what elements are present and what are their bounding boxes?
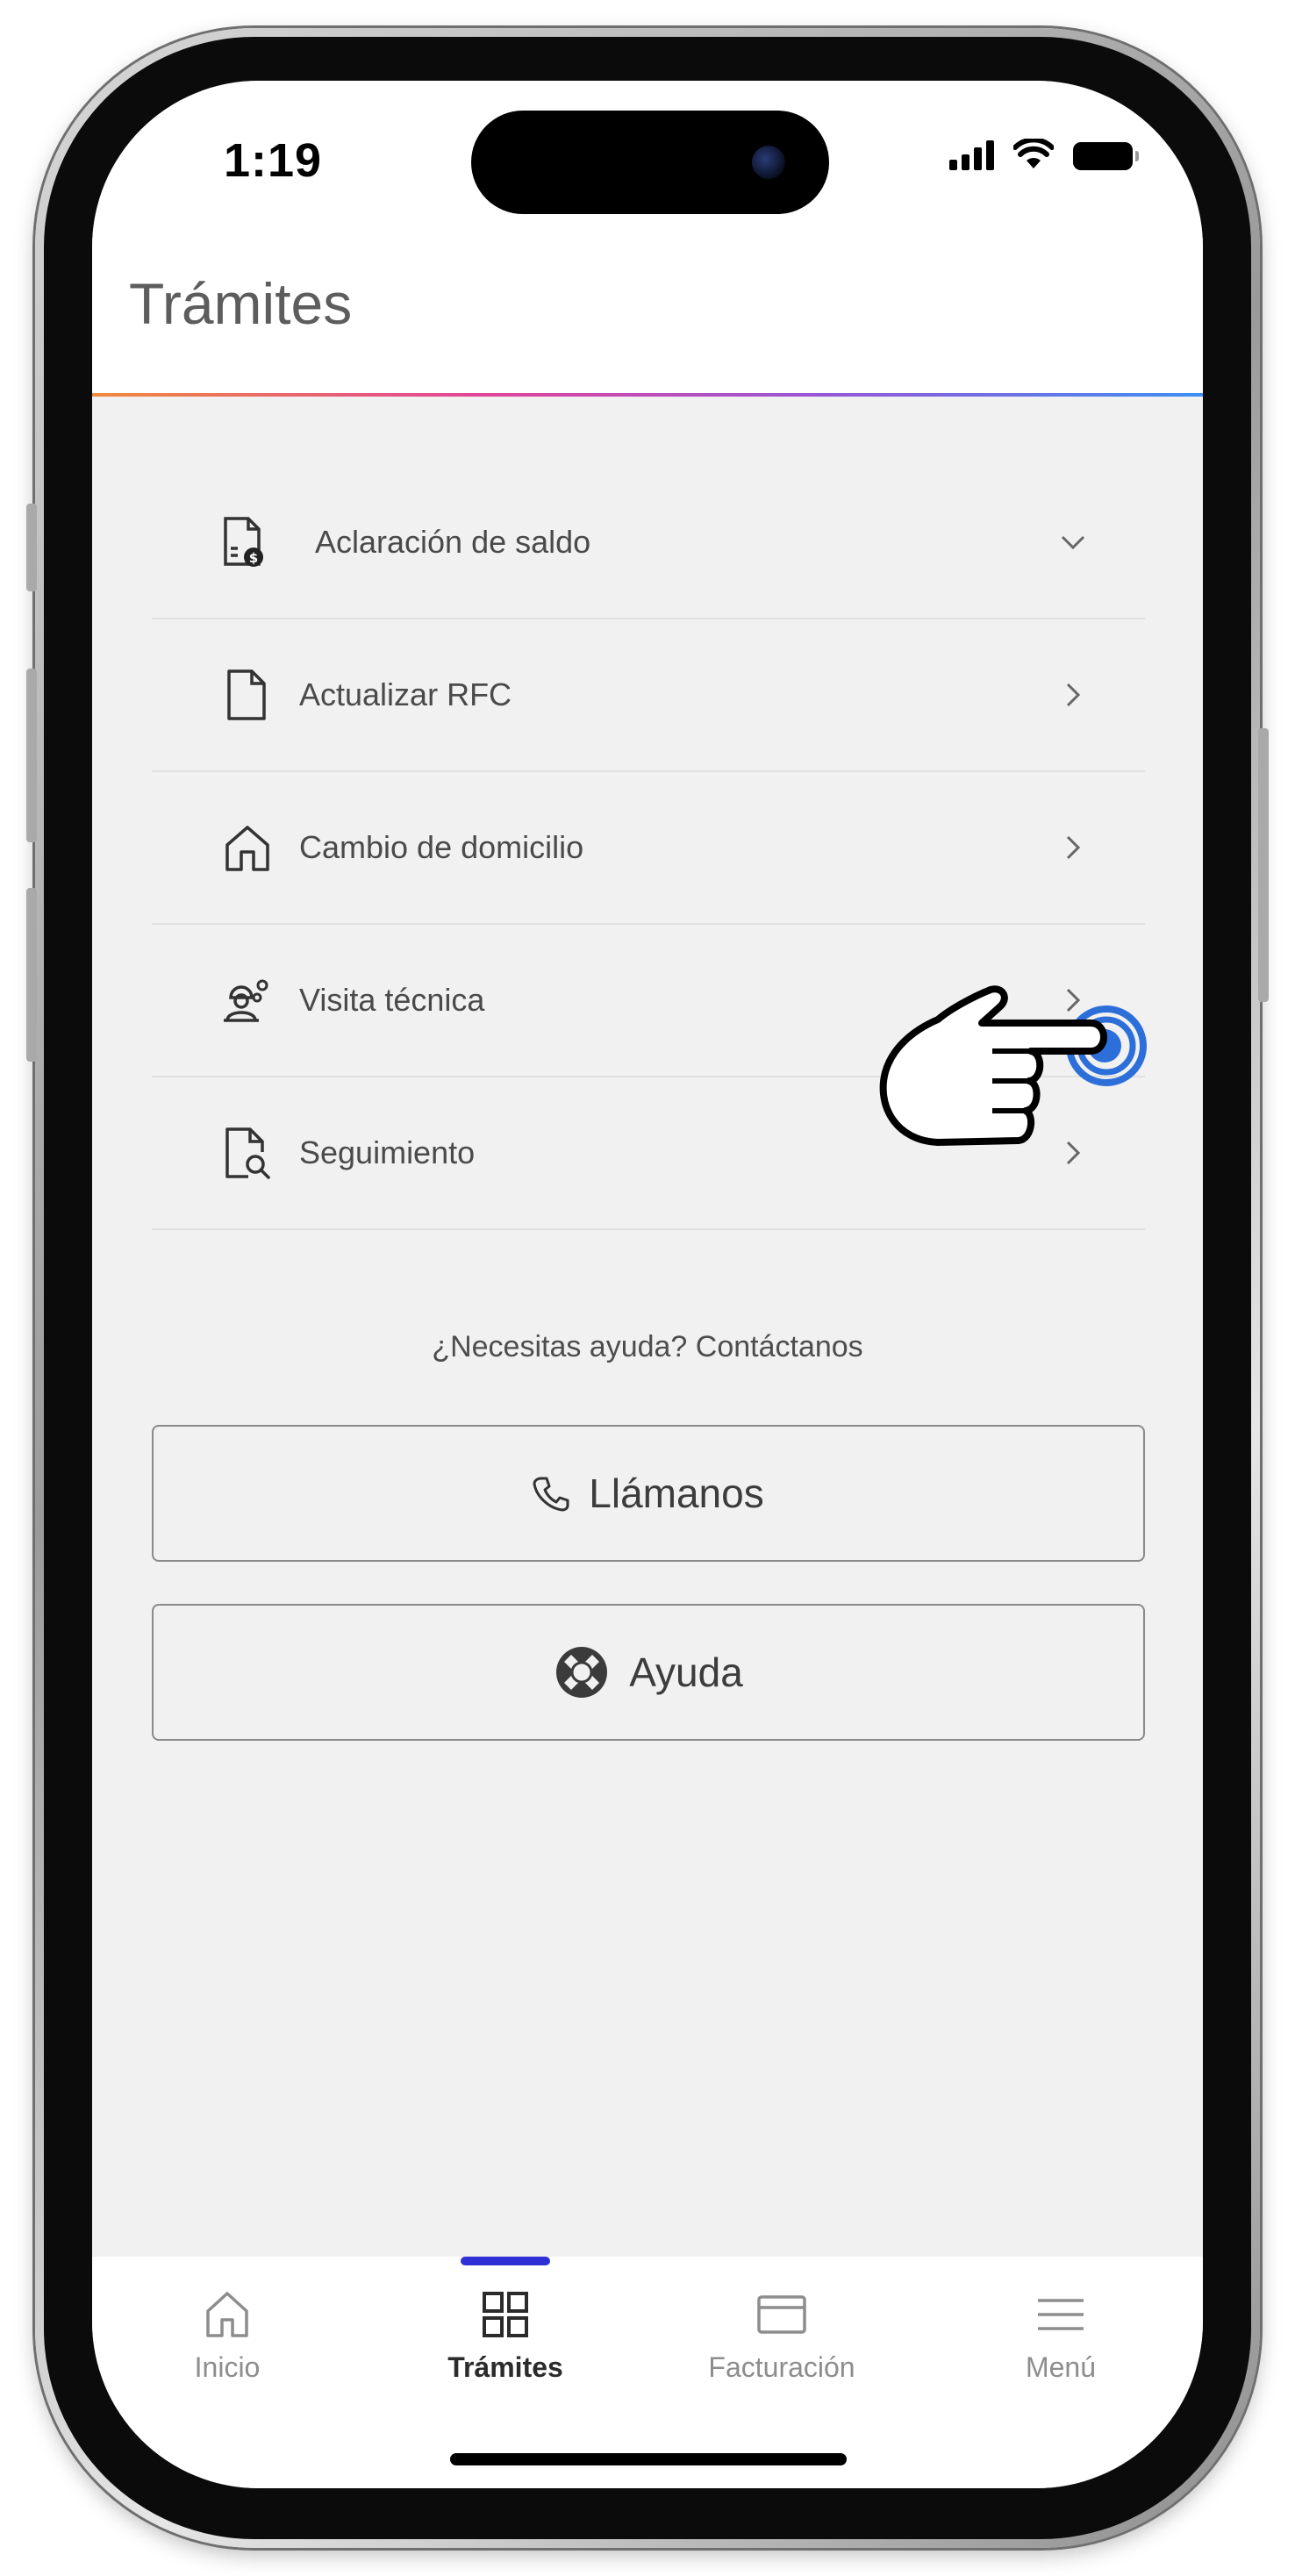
- battery-icon: [1073, 142, 1139, 170]
- technician-icon: [224, 979, 268, 1022]
- help-button[interactable]: Ayuda: [152, 1604, 1145, 1741]
- volume-up-button: [26, 669, 37, 842]
- tab-label: Trámites: [447, 2351, 563, 2383]
- chevron-down-icon: [1061, 535, 1085, 550]
- call-button[interactable]: Llámanos: [152, 1425, 1145, 1562]
- tab-facturacion[interactable]: Facturación: [694, 2286, 869, 2384]
- call-button-label: Llámanos: [589, 1470, 764, 1516]
- list-item-actualizar-rfc[interactable]: Actualizar RFC: [152, 619, 1145, 772]
- home-icon: [225, 826, 269, 871]
- document-icon: [227, 669, 266, 720]
- help-prompt: ¿Necesitas ayuda? Contáctanos: [432, 1330, 863, 1363]
- list-item-label: Cambio de domicilio: [299, 829, 584, 865]
- status-icons: [949, 139, 1139, 170]
- home-indicator[interactable]: [450, 2453, 847, 2465]
- list-item-label: Aclaración de saldo: [315, 524, 591, 560]
- chevron-right-icon: [1066, 835, 1081, 860]
- volume-down-button: [26, 888, 37, 1062]
- tap-hand-pointer-icon: [879, 985, 1147, 1146]
- tab-inicio[interactable]: Inicio: [140, 2286, 315, 2384]
- chevron-right-icon: [1066, 683, 1081, 707]
- menu-icon: [1038, 2299, 1084, 2330]
- header-divider: [92, 393, 1203, 397]
- document-dollar-icon: $: [224, 517, 263, 567]
- tab-tramites[interactable]: Trámites: [418, 2286, 593, 2384]
- status-time: 1:19: [224, 134, 323, 187]
- dynamic-island: [471, 111, 829, 214]
- cellular-signal-icon: [949, 140, 994, 170]
- page-title: Trámites: [129, 271, 353, 336]
- tab-label: Inicio: [194, 2351, 261, 2383]
- list-item-cambio-domicilio[interactable]: Cambio de domicilio: [152, 772, 1145, 925]
- active-tab-indicator: [461, 2257, 550, 2265]
- card-icon: [757, 2295, 806, 2334]
- tab-menu[interactable]: Menú: [973, 2286, 1148, 2384]
- lifebuoy-icon: [556, 1647, 608, 1698]
- list-item-label: Seguimiento: [299, 1134, 476, 1170]
- list-item-aclaracion-saldo[interactable]: $ Aclaración de saldo: [152, 467, 1145, 619]
- screen: 1:19 Trámites $ Aclaración de saldo Actu…: [92, 81, 1203, 2488]
- silent-switch: [26, 504, 37, 591]
- svg-text:$: $: [249, 550, 258, 566]
- help-button-label: Ayuda: [629, 1649, 743, 1695]
- tab-label: Facturación: [708, 2351, 855, 2383]
- grid-icon: [483, 2292, 528, 2337]
- phone-icon: [533, 1477, 569, 1512]
- document-search-icon: [225, 1127, 270, 1179]
- page-header: Trámites: [92, 221, 1203, 393]
- wifi-icon: [1013, 139, 1054, 168]
- power-button: [1258, 728, 1269, 1002]
- tab-label: Menú: [1025, 2351, 1097, 2383]
- list-item-label: Actualizar RFC: [299, 676, 512, 712]
- home-icon: [206, 2292, 248, 2337]
- status-bar: 1:19: [92, 81, 1203, 221]
- list-item-label: Visita técnica: [299, 982, 485, 1018]
